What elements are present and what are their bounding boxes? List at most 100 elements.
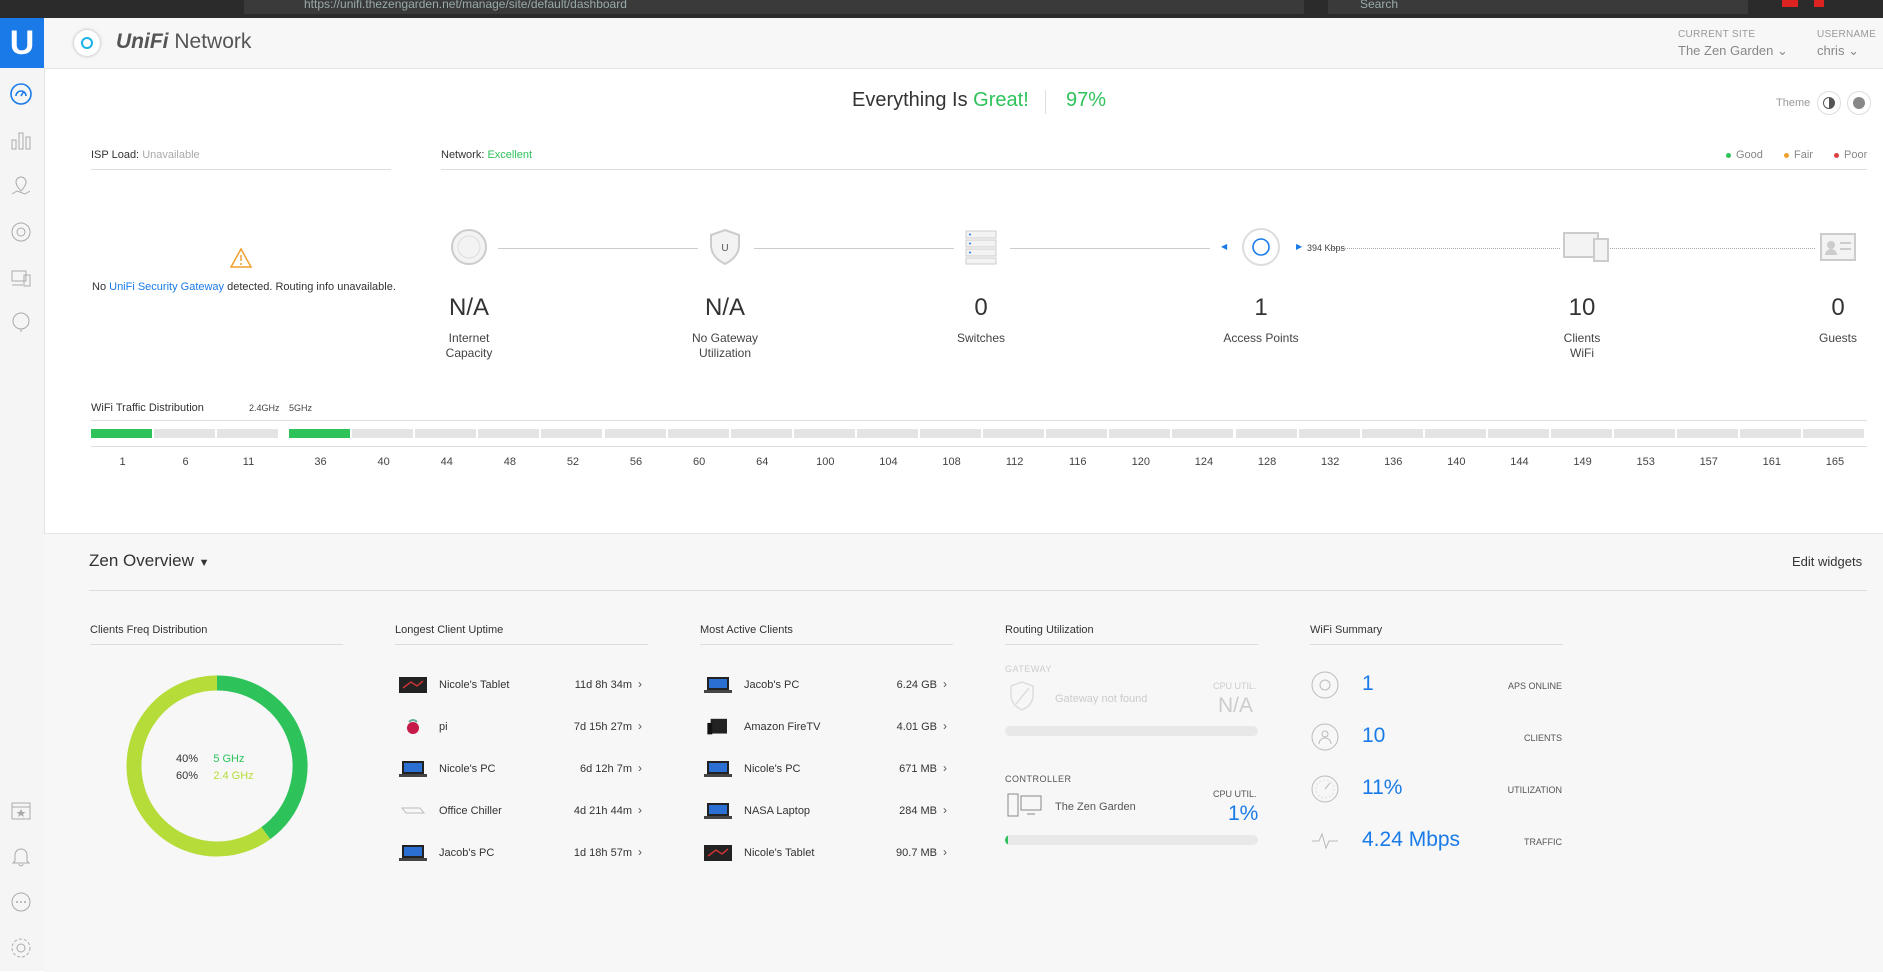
status-score: 97% — [1066, 89, 1107, 111]
switches-label: Switches — [956, 331, 1006, 345]
wifi-traffic-divider — [91, 420, 1867, 421]
chevron-right-icon[interactable]: › — [943, 845, 947, 859]
guest-badge-icon[interactable] — [1818, 227, 1858, 267]
controller-cpu-label: CPU UTIL. — [1213, 789, 1257, 799]
current-site-select[interactable]: The Zen Garden ⌄ — [1678, 43, 1788, 59]
channel-bar — [1803, 429, 1865, 438]
chevron-right-icon[interactable]: › — [943, 761, 947, 775]
internet-globe-icon[interactable] — [449, 227, 489, 267]
channel-label: 165 — [1825, 456, 1845, 468]
channel-label: 64 — [756, 456, 769, 468]
active-title: Most Active Clients — [700, 624, 793, 636]
events-icon[interactable] — [9, 798, 33, 822]
overview-panel — [44, 533, 1883, 972]
channel-bar — [1046, 429, 1108, 438]
chevron-right-icon[interactable]: › — [943, 803, 947, 817]
gateway-shield-icon[interactable]: U — [705, 227, 745, 267]
channel-label: 144 — [1510, 456, 1529, 468]
client-name: Nicole's PC — [439, 763, 496, 775]
channel-label: 36 — [314, 456, 327, 468]
laptop-icon — [703, 802, 733, 820]
channel-label: 56 — [629, 456, 643, 468]
chevron-right-icon[interactable]: › — [638, 803, 642, 817]
topology-wireless-link — [1330, 248, 1560, 249]
theme-light-toggle[interactable] — [1847, 91, 1871, 115]
channel-label: 128 — [1257, 456, 1277, 468]
channel-bar — [730, 429, 792, 438]
channel-label: 153 — [1636, 456, 1655, 468]
access-points-count: 1 — [1254, 294, 1268, 321]
channel-bar — [1614, 429, 1676, 438]
topology-link — [498, 248, 698, 249]
username-select[interactable]: chris ⌄ — [1817, 43, 1859, 59]
widget-divider — [90, 644, 343, 645]
wifi-clients-count: 10 — [1568, 294, 1596, 321]
switch-stack-icon[interactable] — [961, 227, 1001, 267]
wifi-clients-icon[interactable] — [1562, 227, 1610, 267]
laptop-icon — [703, 676, 733, 694]
guests-label: Guests — [1818, 331, 1857, 345]
devices-icon[interactable] — [9, 220, 33, 244]
edit-widgets-button[interactable]: Edit widgets — [1792, 554, 1862, 569]
client-value: 284 MB — [899, 805, 937, 817]
insights-icon[interactable] — [9, 310, 33, 334]
client-name: Amazon FireTV — [744, 721, 821, 733]
theme-contrast-toggle[interactable] — [1817, 91, 1841, 115]
clients-icon[interactable] — [9, 266, 33, 290]
chevron-right-icon[interactable]: › — [638, 677, 642, 691]
chevron-down-icon: ⌄ — [1777, 43, 1788, 58]
channel-bar — [415, 429, 477, 438]
channel-label: 11 — [242, 456, 255, 468]
channel-bar — [154, 429, 215, 438]
access-point-icon[interactable] — [1241, 227, 1281, 267]
isp-divider — [91, 169, 391, 170]
unifi-logo-icon[interactable]: U — [0, 18, 44, 68]
client-value: 7d 15h 27m — [573, 721, 632, 733]
channel-bar — [1551, 429, 1613, 438]
map-icon[interactable] — [9, 174, 33, 198]
legend-fair: Fair — [1783, 149, 1813, 161]
controller-name: The Zen Garden — [1055, 801, 1136, 813]
channel-label: 149 — [1573, 456, 1592, 468]
url-bar[interactable]: https://unifi.thezengarden.net/manage/si… — [244, 0, 1304, 14]
chevron-right-icon[interactable]: › — [943, 677, 947, 691]
internet-capacity-value: N/A — [448, 294, 489, 321]
chevron-right-icon[interactable]: › — [638, 845, 642, 859]
download-arrow-icon: ▶ — [1296, 242, 1303, 251]
chevron-right-icon[interactable]: › — [943, 719, 947, 733]
alerts-bell-icon[interactable] — [9, 844, 33, 868]
laptop-icon — [398, 844, 428, 862]
statistics-icon[interactable] — [9, 128, 33, 152]
topology-wireless-link — [1610, 248, 1815, 249]
network-label: Network: Excellent — [441, 149, 533, 161]
tv-box-icon — [703, 718, 733, 736]
security-gateway-link[interactable]: UniFi Security Gateway — [109, 281, 224, 293]
switches-count: 0 — [974, 294, 988, 321]
wifi-summary-label: TRAFFIC — [1524, 837, 1562, 847]
settings-gear-icon[interactable] — [9, 936, 33, 960]
channel-bar — [217, 429, 278, 438]
wifi-traffic-title: WiFi Traffic Distribution — [91, 402, 204, 414]
channel-label: 104 — [879, 456, 898, 468]
browser-extension-icon[interactable] — [1782, 0, 1798, 7]
channel-bar — [983, 429, 1045, 438]
topology-link — [1010, 248, 1210, 249]
chevron-right-icon[interactable]: › — [638, 761, 642, 775]
laptop-icon — [398, 760, 428, 778]
network-legend: Good Fair Poor — [1726, 149, 1867, 161]
raspberry-pi-icon — [398, 718, 428, 736]
dashboard-icon[interactable] — [9, 82, 33, 106]
chat-icon[interactable] — [9, 890, 33, 914]
overview-title-dropdown[interactable]: Zen Overview ▼ — [89, 551, 210, 571]
wifi-summary-value: 1 — [1362, 672, 1374, 695]
channel-label: 48 — [503, 456, 516, 468]
wifi-clients-label: Clients WiFi — [1563, 331, 1601, 360]
traffic-icon — [1310, 826, 1340, 856]
chevron-down-icon: ⌄ — [1848, 43, 1859, 58]
client-value: 1d 18h 57m — [573, 847, 632, 859]
browser-extension-icon[interactable] — [1814, 0, 1824, 7]
browser-search[interactable]: Search — [1328, 0, 1748, 14]
warning-icon — [229, 247, 253, 273]
chevron-right-icon[interactable]: › — [638, 719, 642, 733]
channel-bar — [920, 429, 982, 438]
